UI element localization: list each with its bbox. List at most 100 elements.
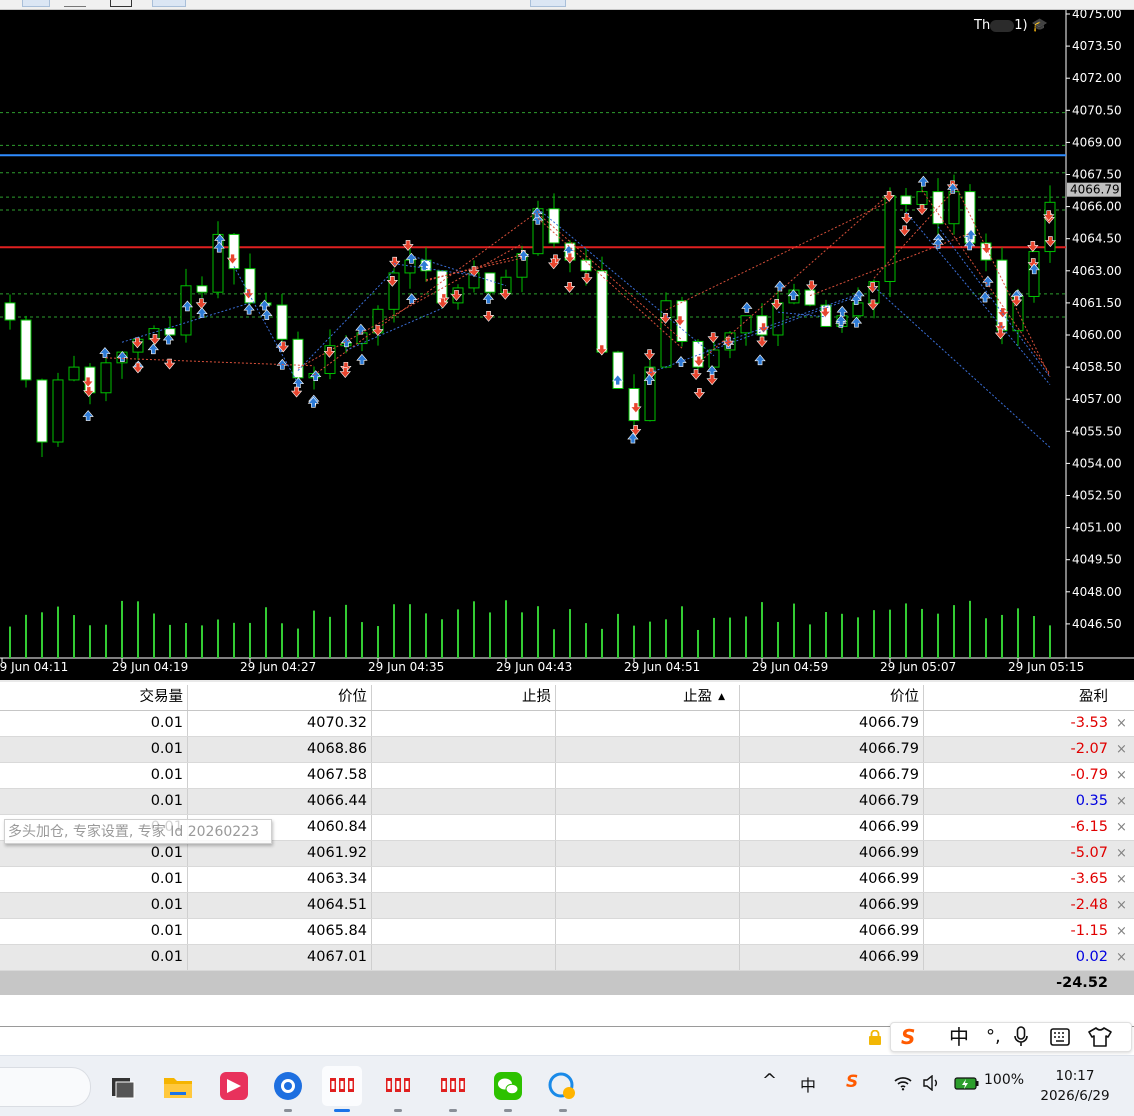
microphone-icon[interactable] bbox=[1013, 1026, 1029, 1048]
price-tick-label: 4063.00 bbox=[1072, 264, 1122, 278]
price-tick-label: 4052.50 bbox=[1072, 489, 1122, 503]
shirt-icon[interactable] bbox=[1088, 1027, 1112, 1047]
taskbar-search[interactable] bbox=[0, 1067, 91, 1107]
close-position-icon[interactable]: × bbox=[1116, 789, 1127, 814]
header-current-price[interactable]: 价位 bbox=[740, 685, 924, 710]
media-app-icon[interactable] bbox=[214, 1066, 254, 1106]
sogou-logo-icon[interactable]: S bbox=[901, 1025, 915, 1049]
profit-cell: -3.65 bbox=[1070, 871, 1108, 887]
price-chart[interactable]: 4075.00 4073.50 4072.00 4070.50 4069.00 4067.… bbox=[0, 10, 1134, 680]
volume-cell: 0.01 bbox=[3, 763, 188, 788]
lock-icon[interactable] bbox=[868, 1030, 882, 1045]
volume-cell: 0.01 bbox=[3, 789, 188, 814]
sell-arrow-icon bbox=[706, 374, 718, 386]
toolbar-button[interactable] bbox=[110, 0, 132, 7]
table-row[interactable]: 0.01 4061.92 4066.99 -5.07 × bbox=[0, 841, 1134, 867]
open-price-cell: 4061.92 bbox=[188, 841, 372, 866]
close-position-icon[interactable]: × bbox=[1116, 815, 1127, 840]
header-open-price[interactable]: 价位 bbox=[188, 685, 372, 710]
table-row[interactable]: 0.01 4066.44 4066.79 0.35 × bbox=[0, 789, 1134, 815]
stop-loss-cell bbox=[372, 893, 556, 918]
close-position-icon[interactable]: × bbox=[1116, 945, 1127, 970]
header-take-profit[interactable]: 止盈 ▲ bbox=[556, 685, 740, 710]
buy-arrow-icon bbox=[261, 309, 273, 320]
table-row[interactable]: 0.01 4067.01 4066.99 0.02 × bbox=[0, 945, 1134, 971]
take-profit-cell bbox=[556, 945, 740, 970]
open-price-cell: 4063.34 bbox=[188, 867, 372, 892]
graduation-cap-icon[interactable]: 🎓 bbox=[1032, 18, 1048, 33]
table-row[interactable]: 0.01 4068.86 4066.79 -2.07 × bbox=[0, 737, 1134, 763]
trading-terminal-icon[interactable] bbox=[433, 1066, 473, 1112]
header-profit[interactable]: 盈利 bbox=[924, 685, 1114, 710]
sell-arrow-icon bbox=[290, 386, 303, 398]
folder-icon[interactable] bbox=[158, 1066, 198, 1106]
trade-connector-line bbox=[873, 286, 1051, 448]
open-price-cell: 4066.44 bbox=[188, 789, 372, 814]
buy-arrow-icon bbox=[196, 307, 208, 319]
sell-arrow-icon bbox=[690, 369, 702, 381]
close-position-icon[interactable]: × bbox=[1116, 867, 1127, 892]
price-tick-label: 4060.00 bbox=[1072, 328, 1122, 342]
buy-arrow-icon bbox=[82, 410, 94, 421]
trading-terminal-icon[interactable] bbox=[378, 1066, 418, 1112]
header-volume[interactable]: 交易量 bbox=[3, 685, 188, 710]
close-position-icon[interactable]: × bbox=[1116, 841, 1127, 866]
profit-cell: -1.15 bbox=[1070, 923, 1108, 939]
table-row[interactable]: 0.01 4064.51 4066.99 -2.48 × bbox=[0, 893, 1134, 919]
expert-tooltip: 多头加仓, 专家设置, 专家 Id 20260223 bbox=[4, 819, 272, 844]
buy-arrow-icon bbox=[850, 316, 863, 328]
close-position-icon[interactable]: × bbox=[1116, 919, 1127, 944]
battery-icon[interactable] bbox=[954, 1075, 980, 1091]
close-position-icon[interactable]: × bbox=[1116, 711, 1127, 736]
sell-arrow-icon bbox=[916, 204, 928, 216]
clock-time: 10:17 bbox=[1055, 1068, 1095, 1084]
buy-arrow-icon bbox=[982, 275, 994, 287]
toolbar-button[interactable] bbox=[22, 0, 50, 7]
stop-loss-cell bbox=[372, 867, 556, 892]
price-tick-label: 4072.00 bbox=[1072, 71, 1122, 85]
tray-ime-mode[interactable]: 中 bbox=[800, 1072, 816, 1096]
toolbar-button[interactable] bbox=[64, 0, 86, 7]
volume-cell: 0.01 bbox=[3, 867, 188, 892]
toolbar-button[interactable] bbox=[152, 0, 186, 7]
current-price-cell: 4066.99 bbox=[740, 867, 924, 892]
close-position-icon[interactable]: × bbox=[1116, 893, 1127, 918]
wechat-icon[interactable] bbox=[488, 1066, 528, 1112]
close-position-icon[interactable]: × bbox=[1116, 763, 1127, 788]
ime-mode-toggle[interactable]: 中 bbox=[949, 1025, 969, 1049]
trading-terminal-icon[interactable] bbox=[322, 1066, 362, 1112]
sell-arrow-icon bbox=[643, 349, 656, 361]
stop-loss-cell bbox=[372, 737, 556, 762]
close-position-icon[interactable]: × bbox=[1116, 737, 1127, 762]
volume-icon[interactable] bbox=[922, 1075, 942, 1091]
table-row[interactable]: 0.01 4065.84 4066.99 -1.15 × bbox=[0, 919, 1134, 945]
table-row[interactable]: 0.01 4070.32 4066.79 -3.53 × bbox=[0, 711, 1134, 737]
sell-arrow-icon bbox=[693, 388, 706, 399]
tray-sogou-icon[interactable]: S bbox=[846, 1072, 858, 1092]
top-toolbar bbox=[0, 0, 1134, 10]
table-row[interactable]: 0.01 4067.58 4066.79 -0.79 × bbox=[0, 763, 1134, 789]
profit-cell: -3.53 bbox=[1070, 715, 1108, 731]
table-row[interactable]: 0.01 4063.34 4066.99 -3.65 × bbox=[0, 867, 1134, 893]
buy-arrow-icon bbox=[147, 343, 159, 355]
clock-date: 2026/6/29 bbox=[1040, 1088, 1110, 1104]
wifi-icon[interactable] bbox=[893, 1075, 913, 1091]
header-stop-loss[interactable]: 止损 bbox=[372, 685, 556, 710]
chat-app-icon[interactable] bbox=[543, 1066, 583, 1112]
price-tick-label: 4073.50 bbox=[1072, 39, 1122, 53]
open-price-cell: 4064.51 bbox=[188, 893, 372, 918]
file-manager-icon[interactable] bbox=[102, 1066, 142, 1106]
current-price-cell: 4066.99 bbox=[740, 919, 924, 944]
keyboard-icon[interactable] bbox=[1050, 1028, 1070, 1046]
punctuation-toggle[interactable]: °, bbox=[986, 1025, 1001, 1049]
time-tick-label: 29 Jun 05:15 bbox=[1008, 660, 1084, 674]
system-clock[interactable]: 10:17 2026/6/29 bbox=[1035, 1066, 1115, 1106]
trade-connector-line bbox=[697, 192, 891, 364]
tray-overflow-chevron[interactable]: ^ bbox=[762, 1070, 777, 1091]
browser-icon[interactable] bbox=[268, 1066, 308, 1112]
candle-body bbox=[916, 191, 928, 205]
header-take-profit-label: 止盈 bbox=[683, 689, 713, 705]
toolbar-button[interactable] bbox=[530, 0, 566, 7]
price-tick-label: 4057.00 bbox=[1072, 392, 1122, 406]
chart-divider[interactable] bbox=[0, 680, 1134, 682]
